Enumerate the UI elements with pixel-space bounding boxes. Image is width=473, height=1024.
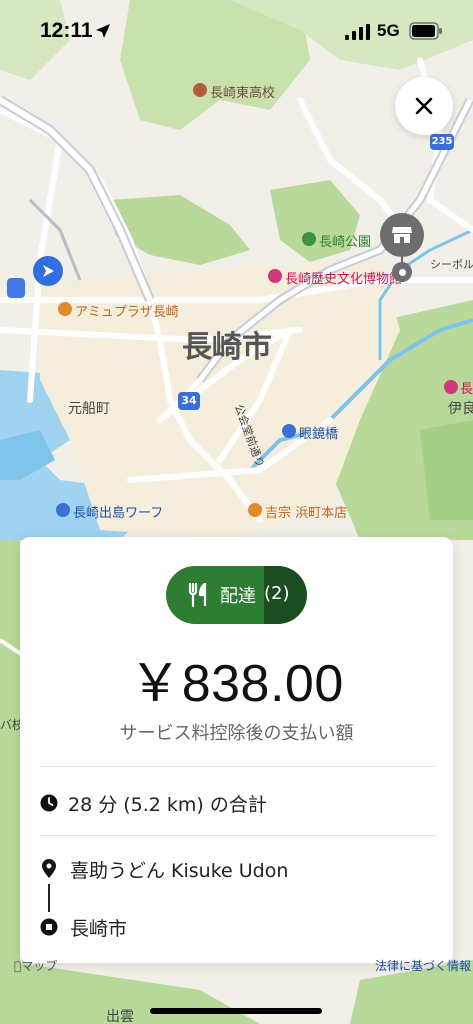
map-label-park: 長崎公園 <box>319 235 372 250</box>
store-marker-icon[interactable] <box>380 213 424 257</box>
map-label-motofunamachi: 元船町 <box>68 401 110 417</box>
clock-icon <box>40 794 58 812</box>
trip-summary: 28 分 (5.2 km) の合計 <box>68 793 267 816</box>
signal-icon <box>345 24 370 40</box>
navigation-arrow-icon <box>33 256 63 286</box>
utensils-icon <box>188 583 207 607</box>
map-label-yoshimune: 吉宗 浜町本店 <box>265 506 348 521</box>
network-type: 5G <box>377 21 400 40</box>
route-stops: 喜助うどん Kisuke Udon 長崎市 <box>40 854 288 942</box>
legal-link[interactable]: 法律に基づく情報 <box>375 957 471 974</box>
map-label-iyo: 伊良 <box>448 401 473 417</box>
payout-amount: ￥838.00 <box>129 655 344 713</box>
park-icon <box>302 232 316 246</box>
pickup-pin-icon <box>42 859 56 878</box>
location-arrow-icon <box>96 24 110 38</box>
map-label-museum: 長崎歴史文化博物館 <box>285 272 403 287</box>
pickup-name: 喜助うどん Kisuke Udon <box>70 859 289 882</box>
route-235-shield: 235 <box>430 134 454 150</box>
delivery-count: (2) <box>264 583 290 604</box>
store-location-dot <box>392 262 412 282</box>
status-time: 12:11 <box>40 19 93 42</box>
trip-summary-row: 28 分 (5.2 km) の合計 <box>40 788 267 818</box>
pickup-stop: 喜助うどん Kisuke Udon <box>40 854 288 884</box>
dropoff-name: 長崎市 <box>70 917 128 940</box>
route-34-shield: 34 <box>178 392 200 410</box>
map-label-izumo: 出雲 <box>106 1009 134 1024</box>
museum-icon <box>268 269 282 283</box>
map-label-high-school: 長崎東高校 <box>210 86 276 101</box>
home-indicator[interactable] <box>150 1008 322 1014</box>
battery-icon <box>409 22 442 40</box>
map-label-right-pink: 長 <box>460 382 473 397</box>
map-label-megane-bashi: 眼鏡橋 <box>299 427 339 442</box>
route-connector <box>48 884 50 912</box>
map-label-dejima-wharf: 長崎出島ワーフ <box>73 506 164 521</box>
landmark-icon <box>282 424 296 438</box>
map-label-amu-plaza: アミュプラザ長崎 <box>75 305 179 320</box>
divider <box>40 766 435 767</box>
poi-pink-icon <box>444 380 458 394</box>
bus-stop-icon <box>7 278 25 298</box>
map-city-label: 長崎市 <box>182 330 272 365</box>
school-icon <box>193 83 207 97</box>
dropoff-square-icon <box>40 918 58 936</box>
map-attribution[interactable]: マップ <box>14 957 57 974</box>
close-button[interactable] <box>395 77 453 135</box>
restaurant-icon <box>248 503 262 517</box>
payout-note: サービス料控除後の支払い額 <box>119 723 354 744</box>
dropoff-stop: 長崎市 <box>40 912 288 942</box>
delivery-label: 配達 <box>220 586 256 607</box>
wharf-icon <box>56 503 70 517</box>
close-icon <box>415 97 433 115</box>
map-label-seaboldt: シーボル <box>430 258 473 271</box>
status-bar: 12:11 5G <box>0 0 473 60</box>
delivery-badge[interactable]: 配達 (2) <box>166 566 307 624</box>
shopping-icon <box>58 302 72 316</box>
divider <box>40 835 435 836</box>
trip-offer-card: 配達 (2) ￥838.00 サービス料控除後の支払い額 28 分 (5.2 k… <box>20 537 453 963</box>
